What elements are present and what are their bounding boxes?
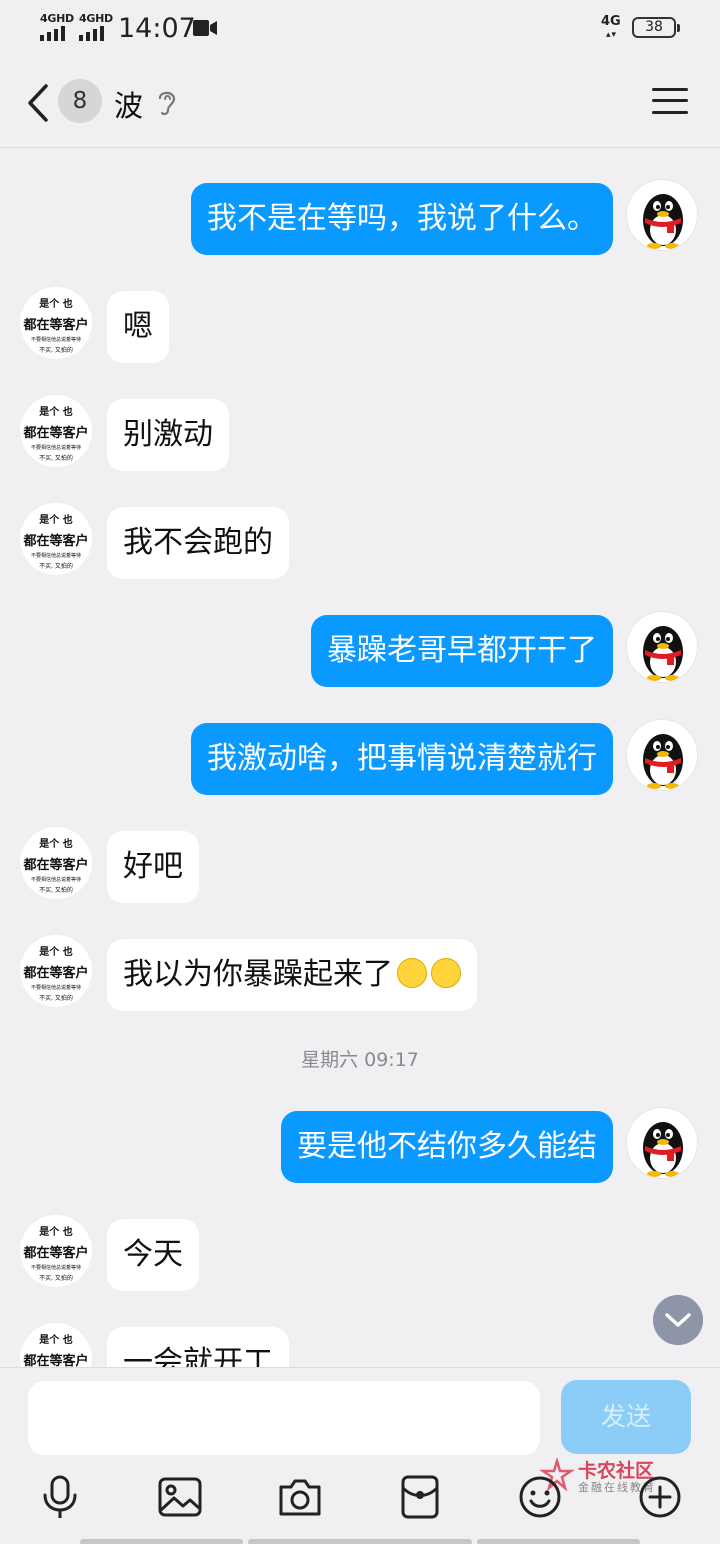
chat-header: 8 波 [0, 58, 720, 148]
avatar-text-line: 不买, 又拍的 [39, 887, 73, 894]
message-bubble[interactable]: 我不会跑的 [107, 507, 289, 579]
avatar-text-line: 不买, 又拍的 [39, 1275, 73, 1282]
avatar-text-line: 都在等客户 [23, 858, 89, 873]
avatar-text-line: 不买, 又拍的 [39, 995, 73, 1002]
message-bubble[interactable]: 一会就开工 [107, 1327, 289, 1367]
image-icon[interactable] [157, 1474, 203, 1520]
avatar-text-line: 是个 也 [39, 515, 73, 526]
message-bubble[interactable]: 好吧 [107, 831, 199, 903]
message-outgoing: 暴躁老哥早都开干了 [0, 611, 720, 691]
message-bubble[interactable]: 我激动啥，把事情说清楚就行 [191, 723, 613, 795]
avatar-text-line: 都在等客户 [23, 318, 89, 333]
message-bubble[interactable]: 要是他不结你多久能结 [281, 1111, 613, 1183]
signal-indicator-1: 4GHD [40, 12, 74, 42]
chat-title: 波 [114, 89, 144, 123]
avatar-text-line: 是个 也 [39, 1335, 73, 1346]
avatar-text-line: 不要相信他总说着等待 [30, 553, 81, 559]
avatar-text-line: 是个 也 [39, 1227, 73, 1238]
battery-indicator: 38 [632, 17, 680, 38]
video-camera-icon [193, 20, 217, 36]
avatar-text-line: 是个 也 [39, 299, 73, 310]
message-bubble[interactable]: 今天 [107, 1219, 199, 1291]
contact-avatar[interactable]: 是个 也都在等客户不要相信他总说着等待不买, 又拍的 [20, 1215, 92, 1287]
back-icon[interactable] [22, 80, 52, 126]
avatar-text-line: 不要相信他总说着等待 [30, 1265, 81, 1271]
contact-avatar[interactable]: 是个 也都在等客户不要相信他总说着等待不买, 又拍的 [20, 503, 92, 575]
grinning-emoji-icon [431, 957, 461, 988]
signal-bars-icon [79, 26, 104, 41]
avatar-text-line: 都在等客户 [23, 1354, 89, 1367]
network-type-label: 4G [601, 14, 621, 29]
network-type-label: 4GHD [79, 12, 113, 25]
avatar-text-line: 不要相信他总说着等待 [30, 445, 81, 451]
nav-handle[interactable] [80, 1539, 243, 1544]
contact-avatar[interactable]: 是个 也都在等客户不要相信他总说着等待不买, 又拍的 [20, 395, 92, 467]
message-list[interactable]: 我不是在等吗，我说了什么。 是个 也都在等客户 不要相信他总说着等待 不买, 又拍的… [0, 149, 720, 1367]
message-bubble[interactable]: 我不是在等吗，我说了什么。 [191, 183, 613, 255]
penguin-avatar-icon [643, 626, 683, 681]
message-incoming: 是个 也都在等客户不要相信他总说着等待 不买, 又拍的 今天 [0, 1215, 720, 1295]
contact-avatar[interactable]: 是个 也都在等客户不要相信他总说着等待不买, 又拍的 [20, 827, 92, 899]
message-timestamp: 星期六 09:17 [301, 1049, 419, 1071]
grinning-emoji-icon [397, 957, 427, 988]
message-input[interactable] [28, 1381, 540, 1455]
signal-indicator-2: 4GHD [79, 12, 113, 42]
network-type-label: 4GHD [40, 12, 74, 25]
avatar-text-line: 是个 也 [39, 947, 73, 958]
message-outgoing: 要是他不结你多久能结 [0, 1107, 720, 1187]
ear-icon [158, 91, 176, 116]
message-bubble[interactable]: 嗯 [107, 291, 169, 363]
menu-icon[interactable] [652, 85, 688, 117]
nav-handle[interactable] [477, 1539, 640, 1544]
nav-handle[interactable] [248, 1539, 472, 1544]
avatar-text-line: 不要相信他总说着等待 [30, 877, 81, 883]
message-bubble[interactable]: 别激动 [107, 399, 229, 471]
avatar-text-line: 不要相信他总说着等待 [30, 337, 81, 343]
message-incoming: 是个 也都在等客户不要相信他总说着等待 不买, 又拍的 我不会跑的 [0, 503, 720, 583]
avatar-text-line: 是个 也 [39, 839, 73, 850]
avatar-text-line: 不要相信他总说着等待 [30, 985, 81, 991]
data-arrows-icon: ▴▾ [606, 30, 618, 40]
penguin-avatar-icon [643, 734, 683, 789]
contact-avatar[interactable]: 是个 也都在等客户不要相信他总说着等待不买, 又拍的 [20, 287, 92, 359]
my-avatar[interactable] [626, 611, 698, 683]
avatar-text-line: 不买, 又拍的 [39, 455, 73, 462]
status-bar: 4GHD 4GHD 14:07 4G ▴▾ 38 [0, 0, 720, 58]
input-area: 发送 卡农社区 金融在线教育 [0, 1367, 720, 1544]
contact-avatar[interactable]: 是个 也都在等客户不要相信他总说着等待不买, 又拍的 [20, 935, 92, 1007]
my-avatar[interactable] [626, 1107, 698, 1179]
avatar-text-line: 不买, 又拍的 [39, 347, 73, 354]
unread-count-badge[interactable]: 8 [58, 79, 102, 123]
avatar-text-line: 都在等客户 [23, 1246, 89, 1261]
microphone-icon[interactable] [37, 1474, 83, 1520]
emoji-icon[interactable] [517, 1474, 563, 1520]
message-incoming: 是个 也都在等客户不要相信他总说着等待 不买, 又拍的 我以为你暴躁起来了 [0, 935, 720, 1015]
my-avatar[interactable] [626, 719, 698, 791]
avatar-text-line: 都在等客户 [23, 534, 89, 549]
message-incoming: 是个 也都在等客户不要相信他总说着等待不买, 又拍的 一会就开工 [0, 1323, 720, 1367]
plus-icon[interactable] [637, 1474, 683, 1520]
message-text: 我以为你暴躁起来了 [123, 957, 393, 992]
avatar-text-line: 是个 也 [39, 407, 73, 418]
send-button[interactable]: 发送 [561, 1380, 691, 1454]
penguin-avatar-icon [643, 194, 683, 249]
message-incoming: 是个 也都在等客户不要相信他总说着等待 不买, 又拍的 别激动 [0, 395, 720, 475]
signal-bars-icon [40, 26, 65, 41]
avatar-text-line: 都在等客户 [23, 426, 89, 441]
camera-icon[interactable] [277, 1474, 323, 1520]
avatar-text-line: 都在等客户 [23, 966, 89, 981]
message-bubble[interactable]: 我以为你暴躁起来了 [107, 939, 477, 1011]
avatar-text-line: 不买, 又拍的 [39, 563, 73, 570]
status-time: 14:07 [118, 13, 196, 44]
message-incoming: 是个 也都在等客户不要相信他总说着等待 不买, 又拍的 好吧 [0, 827, 720, 907]
red-packet-icon[interactable] [397, 1474, 443, 1520]
message-incoming: 是个 也都在等客户不要相信他总说着等待 不买, 又拍的 嗯 [0, 287, 720, 367]
message-bubble[interactable]: 暴躁老哥早都开干了 [311, 615, 613, 687]
my-avatar[interactable] [626, 179, 698, 251]
message-outgoing: 我激动啥，把事情说清楚就行 [0, 719, 720, 799]
contact-avatar[interactable]: 是个 也都在等客户不要相信他总说着等待不买, 又拍的 [20, 1323, 92, 1367]
message-outgoing: 我不是在等吗，我说了什么。 [0, 179, 720, 259]
penguin-avatar-icon [643, 1122, 683, 1177]
scroll-to-bottom-button[interactable] [653, 1295, 703, 1345]
